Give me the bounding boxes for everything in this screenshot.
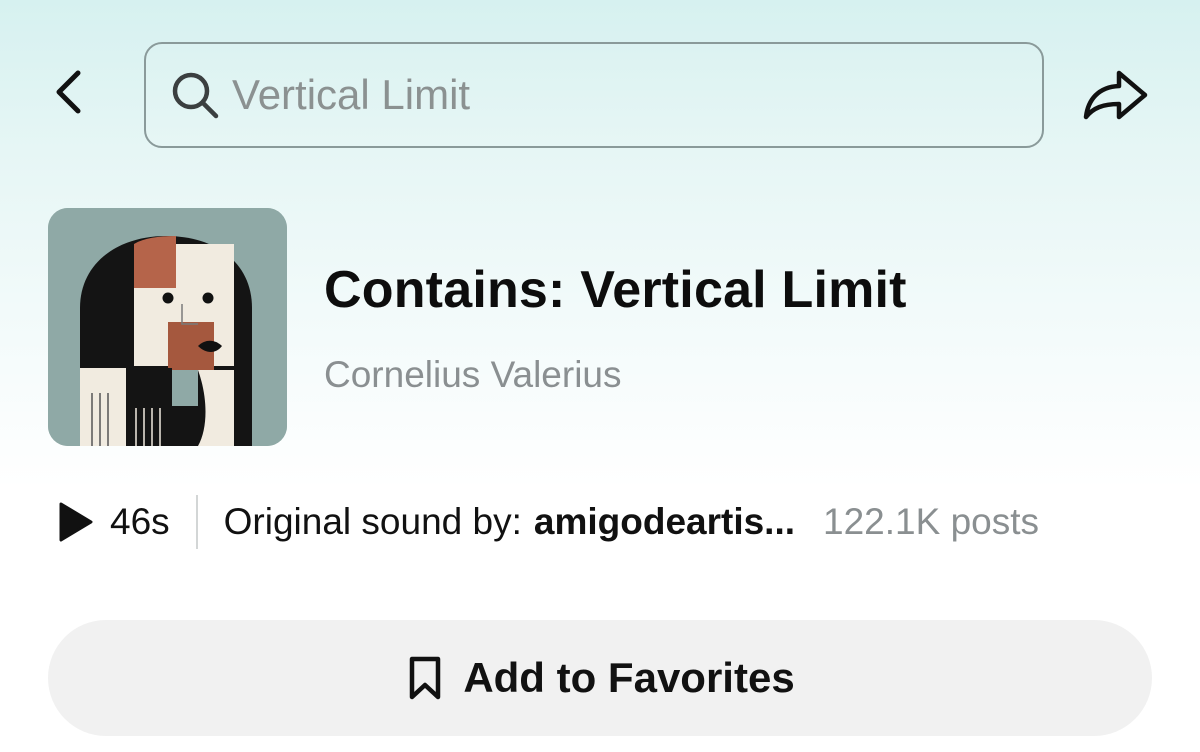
sound-title: Contains: Vertical Limit	[324, 261, 907, 319]
search-bar[interactable]	[144, 42, 1044, 148]
meta-divider	[195, 495, 198, 549]
play-icon	[54, 500, 96, 544]
share-button[interactable]	[1076, 62, 1156, 132]
abstract-portrait-cover	[48, 208, 287, 446]
posts-count: 122.1K posts	[823, 501, 1040, 542]
search-icon	[168, 68, 222, 122]
sound-meta-row: 46s Original sound by: amigodeartis... 1…	[54, 494, 1164, 550]
sound-duration: 46s	[110, 501, 170, 542]
add-to-favorites-button[interactable]: Add to Favorites	[48, 620, 1152, 736]
sound-artist[interactable]: Cornelius Valerius	[324, 354, 622, 396]
back-button[interactable]	[40, 66, 96, 122]
add-to-favorites-label: Add to Favorites	[463, 654, 795, 701]
play-preview-button[interactable]: 46s	[54, 500, 170, 544]
chevron-left-icon	[53, 69, 83, 120]
original-sound-label: Original sound by:	[223, 501, 522, 542]
share-arrow-icon	[1081, 67, 1151, 128]
search-input[interactable]	[232, 65, 992, 125]
bookmark-icon	[405, 654, 445, 702]
sound-cover-art[interactable]	[48, 208, 287, 446]
original-sound-author-link[interactable]: amigodeartis...	[534, 501, 795, 543]
